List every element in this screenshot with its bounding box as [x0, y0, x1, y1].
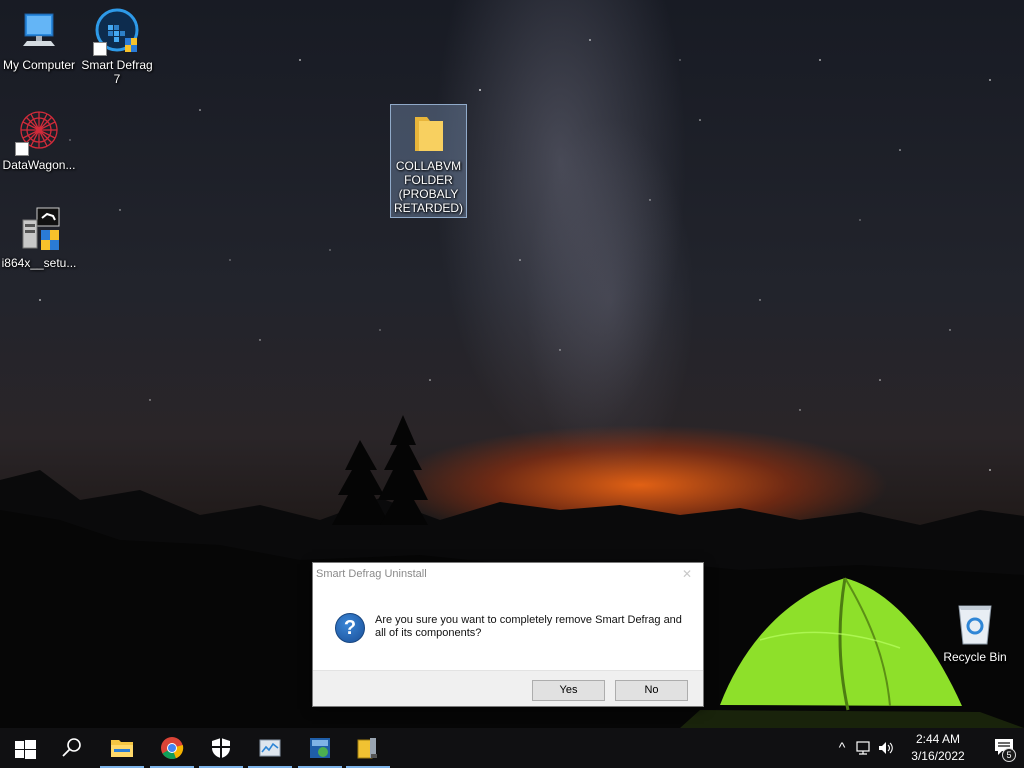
clock-time: 2:44 AM [915, 732, 961, 746]
clock[interactable]: 2:44 AM 3/16/2022 [906, 731, 970, 765]
desktop[interactable]: My Computer Smart Defrag 7 DataWagon... … [0, 0, 1024, 728]
chart-window-icon [259, 739, 281, 757]
smart-defrag-icon [93, 8, 141, 56]
taskbar-security[interactable] [197, 728, 245, 768]
desktop-icon-label: i864x__setu... [1, 256, 77, 270]
notification-count: 5 [1002, 748, 1016, 762]
dialog-footer: Yes No [313, 670, 703, 706]
desktop-icon-my-computer[interactable]: My Computer [0, 8, 78, 72]
shortcut-arrow-icon [93, 42, 107, 56]
uninstaller-icon [357, 738, 377, 759]
shortcut-arrow-icon [15, 142, 29, 156]
taskbar: ^ 2:44 AM 3/16/2022 5 [0, 728, 1024, 768]
shield-icon [212, 738, 230, 758]
taskbar-chrome[interactable] [148, 728, 196, 768]
dialog-message: Are you sure you want to completely remo… [375, 614, 682, 639]
desktop-icon-datawagon[interactable]: DataWagon... [0, 108, 78, 172]
windows-logo-icon [15, 740, 36, 759]
search-icon [62, 738, 81, 757]
network-icon[interactable] [856, 740, 872, 756]
taskbar-uninstaller[interactable] [344, 728, 392, 768]
yes-button[interactable]: Yes [532, 680, 605, 701]
action-center-button[interactable]: 5 [994, 738, 1016, 762]
installer-icon [15, 206, 63, 254]
chevron-up-icon[interactable]: ^ [834, 739, 850, 755]
desktop-icon-label: Smart Defrag 7 [81, 58, 153, 86]
dialog-title: Smart Defrag Uninstall [316, 568, 427, 580]
search-button[interactable] [48, 728, 96, 768]
system-tray: ^ 2:44 AM 3/16/2022 5 [834, 728, 1024, 768]
start-button[interactable] [0, 728, 48, 768]
boot-utility-icon [310, 738, 330, 758]
dialog-body: ? Are you sure you want to completely re… [313, 587, 703, 671]
desktop-icon-recycle-bin[interactable]: Recycle Bin [936, 600, 1014, 664]
close-icon[interactable]: ✕ [679, 566, 695, 582]
desktop-icon-label: DataWagon... [2, 158, 76, 172]
chrome-icon [161, 737, 184, 759]
taskbar-boot-utility[interactable] [296, 728, 344, 768]
uninstall-dialog[interactable]: Smart Defrag Uninstall ✕ ? Are you sure … [312, 562, 704, 707]
desktop-icon-collabvm-folder[interactable]: COLLABVM FOLDER (PROBALY RETARDED) [390, 104, 467, 218]
desktop-icon-installer[interactable]: i864x__setu... [0, 206, 78, 270]
desktop-icon-label: Recycle Bin [943, 650, 1007, 664]
volume-icon[interactable] [878, 740, 894, 756]
question-icon: ? [335, 613, 365, 643]
taskbar-task-manager[interactable] [246, 728, 294, 768]
datawagon-icon [15, 108, 63, 156]
folder-icon [405, 109, 453, 157]
taskbar-file-explorer[interactable] [98, 728, 146, 768]
desktop-icon-label: My Computer [2, 58, 76, 72]
dialog-titlebar[interactable]: Smart Defrag Uninstall ✕ [313, 563, 703, 587]
computer-icon [15, 8, 63, 56]
desktop-icon-smart-defrag[interactable]: Smart Defrag 7 [78, 8, 156, 86]
no-button[interactable]: No [615, 680, 688, 701]
file-explorer-icon [111, 740, 133, 757]
clock-date: 3/16/2022 [911, 749, 965, 763]
recycle-bin-icon [951, 600, 999, 648]
desktop-icon-label: COLLABVM FOLDER (PROBALY RETARDED) [393, 159, 464, 215]
